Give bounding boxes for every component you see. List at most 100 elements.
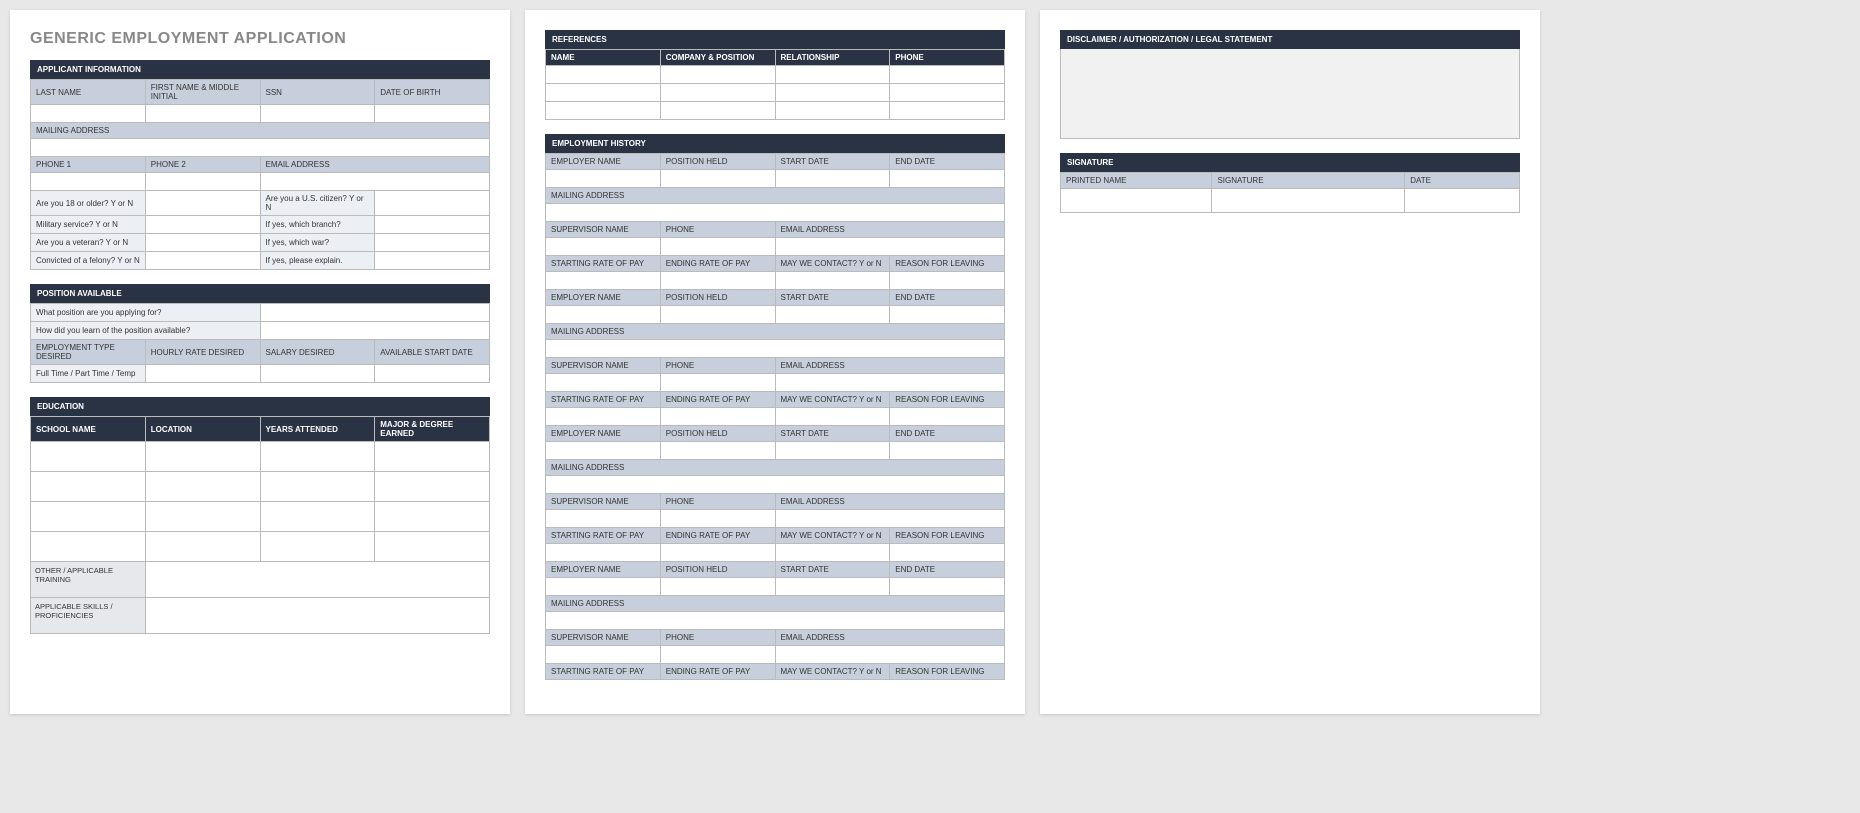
input-emp-phone[interactable]	[660, 510, 775, 528]
input-contact[interactable]	[775, 272, 890, 290]
input-ssn[interactable]	[260, 105, 375, 123]
input-veteran[interactable]	[145, 234, 260, 252]
edu-row[interactable]	[260, 442, 375, 472]
input-start-pay[interactable]	[546, 544, 661, 562]
input-military[interactable]	[145, 216, 260, 234]
input-start-pay[interactable]	[546, 272, 661, 290]
input-supervisor[interactable]	[546, 238, 661, 256]
input-employer[interactable]	[546, 578, 661, 596]
edu-row[interactable]	[375, 532, 490, 562]
input-phone1[interactable]	[31, 173, 146, 191]
input-end-date[interactable]	[890, 442, 1005, 460]
input-end-pay[interactable]	[660, 544, 775, 562]
input-citizen[interactable]	[375, 191, 490, 216]
input-start-date[interactable]	[775, 170, 890, 188]
edu-row[interactable]	[31, 472, 146, 502]
input-pos-held[interactable]	[660, 306, 775, 324]
input-reason[interactable]	[890, 408, 1005, 426]
input-employer[interactable]	[546, 306, 661, 324]
input-emp-mailing[interactable]	[546, 204, 1005, 222]
input-emp-phone[interactable]	[660, 646, 775, 664]
input-pos-q2[interactable]	[260, 322, 490, 340]
edu-row[interactable]	[145, 442, 260, 472]
input-skills[interactable]	[145, 598, 489, 634]
input-pos-held[interactable]	[660, 442, 775, 460]
ref-row[interactable]	[660, 66, 775, 84]
input-emp-email[interactable]	[775, 510, 1005, 528]
edu-row[interactable]	[375, 502, 490, 532]
input-dob[interactable]	[375, 105, 490, 123]
input-emp-email[interactable]	[775, 238, 1005, 256]
edu-row[interactable]	[375, 472, 490, 502]
input-emp-mailing[interactable]	[546, 612, 1005, 630]
input-reason[interactable]	[890, 544, 1005, 562]
ref-row[interactable]	[890, 84, 1005, 102]
input-emp-mailing[interactable]	[546, 476, 1005, 494]
input-contact[interactable]	[775, 408, 890, 426]
table-employment: EMPLOYER NAMEPOSITION HELDSTART DATEEND …	[545, 153, 1005, 680]
edu-row[interactable]	[375, 442, 490, 472]
ref-row[interactable]	[775, 66, 890, 84]
input-military-branch[interactable]	[375, 216, 490, 234]
input-supervisor[interactable]	[546, 510, 661, 528]
ref-row[interactable]	[775, 102, 890, 120]
input-salary[interactable]	[260, 365, 375, 383]
input-mailing[interactable]	[31, 139, 490, 157]
input-pos-held[interactable]	[660, 578, 775, 596]
ref-row[interactable]	[546, 102, 661, 120]
input-start-date[interactable]	[775, 306, 890, 324]
input-veteran-war[interactable]	[375, 234, 490, 252]
input-start-pay[interactable]	[546, 408, 661, 426]
input-pos-held[interactable]	[660, 170, 775, 188]
input-emp-mailing[interactable]	[546, 340, 1005, 358]
ref-row[interactable]	[546, 66, 661, 84]
edu-row[interactable]	[260, 502, 375, 532]
input-end-pay[interactable]	[660, 408, 775, 426]
input-last-name[interactable]	[31, 105, 146, 123]
input-emp-phone[interactable]	[660, 238, 775, 256]
ref-row[interactable]	[775, 84, 890, 102]
input-emp-email[interactable]	[775, 646, 1005, 664]
input-felony-explain[interactable]	[375, 252, 490, 270]
input-18[interactable]	[145, 191, 260, 216]
input-other-training[interactable]	[145, 562, 489, 598]
input-first-name[interactable]	[145, 105, 260, 123]
input-pos-q1[interactable]	[260, 304, 490, 322]
input-start-date[interactable]	[775, 442, 890, 460]
input-phone2[interactable]	[145, 173, 260, 191]
edu-row[interactable]	[31, 502, 146, 532]
input-emp-phone[interactable]	[660, 374, 775, 392]
input-end-date[interactable]	[890, 170, 1005, 188]
input-contact[interactable]	[775, 544, 890, 562]
ref-row[interactable]	[890, 66, 1005, 84]
edu-row[interactable]	[31, 442, 146, 472]
section-education: EDUCATION SCHOOL NAME LOCATION YEARS ATT…	[30, 397, 490, 634]
edu-row[interactable]	[260, 532, 375, 562]
input-employer[interactable]	[546, 170, 661, 188]
edu-row[interactable]	[145, 472, 260, 502]
input-date[interactable]	[1405, 189, 1520, 213]
input-felony[interactable]	[145, 252, 260, 270]
edu-row[interactable]	[145, 532, 260, 562]
input-reason[interactable]	[890, 272, 1005, 290]
ref-row[interactable]	[660, 84, 775, 102]
input-supervisor[interactable]	[546, 374, 661, 392]
input-signature[interactable]	[1212, 189, 1405, 213]
input-supervisor[interactable]	[546, 646, 661, 664]
input-employer[interactable]	[546, 442, 661, 460]
input-end-pay[interactable]	[660, 272, 775, 290]
ref-row[interactable]	[546, 84, 661, 102]
input-end-date[interactable]	[890, 306, 1005, 324]
input-hourly[interactable]	[145, 365, 260, 383]
input-end-date[interactable]	[890, 578, 1005, 596]
ref-row[interactable]	[890, 102, 1005, 120]
input-start-date[interactable]	[775, 578, 890, 596]
edu-row[interactable]	[260, 472, 375, 502]
input-email[interactable]	[260, 173, 490, 191]
edu-row[interactable]	[145, 502, 260, 532]
input-printed-name[interactable]	[1061, 189, 1212, 213]
input-emp-email[interactable]	[775, 374, 1005, 392]
ref-row[interactable]	[660, 102, 775, 120]
edu-row[interactable]	[31, 532, 146, 562]
input-start[interactable]	[375, 365, 490, 383]
